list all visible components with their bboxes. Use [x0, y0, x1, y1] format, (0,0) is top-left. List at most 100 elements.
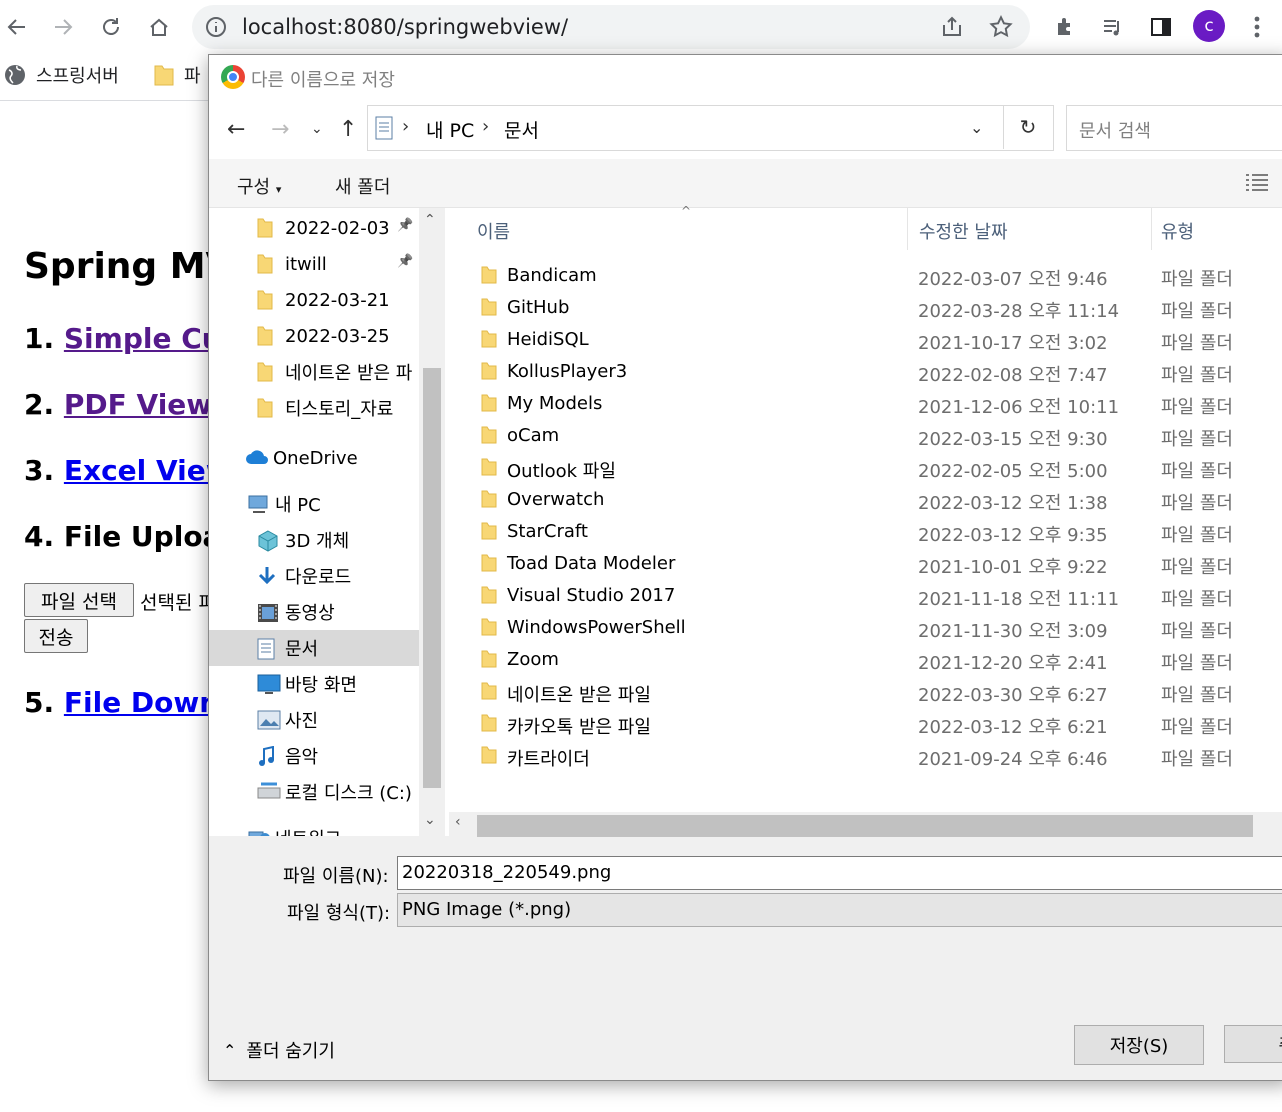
sidebar-item[interactable]: 3D 개체: [209, 522, 419, 558]
search-input[interactable]: 문서 검색: [1066, 105, 1282, 151]
column-date[interactable]: 수정한 날짜: [919, 218, 1008, 244]
back-arrow-icon[interactable]: ←: [227, 117, 245, 142]
file-name: GitHub: [507, 297, 570, 318]
bookmark-star-icon[interactable]: [988, 14, 1014, 44]
scroll-down-icon[interactable]: ⌄: [424, 812, 436, 828]
cancel-button[interactable]: 취: [1224, 1025, 1282, 1063]
breadcrumb-item[interactable]: 문서: [504, 116, 539, 143]
back-icon[interactable]: [0, 10, 34, 44]
sidebar-item[interactable]: 2022-03-21: [209, 282, 419, 318]
sidebar-item[interactable]: 동영상: [209, 594, 419, 630]
folder-icon: [481, 554, 497, 572]
refresh-icon[interactable]: ↻: [1003, 105, 1052, 149]
file-row[interactable]: GitHub 2022-03-28 오후 11:14 파일 폴더: [445, 292, 1282, 324]
sidebar-item[interactable]: 2022-02-03 📌: [209, 210, 419, 246]
sidebar-item[interactable]: 문서: [209, 630, 419, 666]
scroll-thumb[interactable]: [423, 368, 441, 788]
file-type: 파일 폴더: [1161, 397, 1233, 418]
address-bar[interactable]: localhost:8080/springwebview/: [192, 5, 1030, 49]
file-type: 파일 폴더: [1161, 685, 1233, 706]
file-row[interactable]: Outlook 파일 2022-02-05 오전 5:00 파일 폴더: [445, 452, 1282, 484]
sidebar-item[interactable]: 다운로드: [209, 558, 419, 594]
sidebar-item[interactable]: 사진: [209, 702, 419, 738]
filename-field[interactable]: 20220318_220549.png: [397, 856, 1282, 890]
scroll-left-icon[interactable]: ‹: [455, 814, 461, 830]
hide-folders-toggle[interactable]: ⌃ 폴더 숨기기: [223, 1037, 335, 1063]
sidebar-item[interactable]: 네트워크: [209, 820, 419, 836]
file-row[interactable]: Overwatch 2022-03-12 오전 1:38 파일 폴더: [445, 484, 1282, 516]
file-row[interactable]: WindowsPowerShell 2021-11-30 오전 3:09 파일 폴더: [445, 612, 1282, 644]
scroll-thumb[interactable]: [477, 815, 1253, 837]
choose-file-button[interactable]: 파일 선택: [24, 583, 134, 617]
file-date: 2022-02-08 오전 7:47: [918, 365, 1108, 386]
sidebar-item[interactable]: 티스토리_자료: [209, 390, 419, 426]
column-divider[interactable]: [907, 208, 908, 250]
chevron-down-icon[interactable]: ⌄: [970, 118, 983, 137]
sidebar-item[interactable]: 바탕 화면: [209, 666, 419, 702]
sidebar-item[interactable]: 네이트온 받은 파: [209, 354, 419, 390]
column-divider[interactable]: [1151, 208, 1152, 250]
file-row[interactable]: 카카오톡 받은 파일 2022-03-12 오후 6:21 파일 폴더: [445, 708, 1282, 740]
item-number: 4.: [24, 520, 55, 553]
pin-icon[interactable]: 📌: [397, 254, 413, 269]
file-name: Overwatch: [507, 489, 605, 510]
pdf-view-link[interactable]: PDF View: [64, 388, 212, 421]
sidebar-item-label: 문서: [285, 639, 319, 660]
home-icon[interactable]: [142, 10, 176, 44]
sidebar-item[interactable]: itwill 📌: [209, 246, 419, 282]
save-button[interactable]: 저장(S): [1074, 1025, 1204, 1065]
filetype-select[interactable]: PNG Image (*.png): [397, 893, 1282, 927]
submit-button[interactable]: 전송: [24, 619, 88, 653]
profile-avatar[interactable]: c: [1193, 10, 1225, 42]
breadcrumb-separator-icon: ›: [482, 116, 490, 137]
file-row[interactable]: Bandicam 2022-03-07 오전 9:46 파일 폴더: [445, 260, 1282, 292]
file-row[interactable]: 카트라이더 2021-09-24 오후 6:46 파일 폴더: [445, 740, 1282, 772]
excel-view-link[interactable]: Excel View: [64, 454, 232, 487]
file-type: 파일 폴더: [1161, 557, 1233, 578]
file-row[interactable]: Zoom 2021-12-20 오후 2:41 파일 폴더: [445, 644, 1282, 676]
menu-kebab-icon[interactable]: [1240, 10, 1274, 44]
file-row[interactable]: HeidiSQL 2021-10-17 오전 3:02 파일 폴더: [445, 324, 1282, 356]
file-type: 파일 폴더: [1161, 653, 1233, 674]
file-row[interactable]: 네이트온 받은 파일 2022-03-30 오후 6:27 파일 폴더: [445, 676, 1282, 708]
file-row[interactable]: Toad Data Modeler 2021-10-01 오후 9:22 파일 폴더: [445, 548, 1282, 580]
file-row[interactable]: oCam 2022-03-15 오전 9:30 파일 폴더: [445, 420, 1282, 452]
folder-icon: [481, 682, 497, 700]
sidebar-item-label: 내 PC: [275, 495, 321, 516]
sidebar-item[interactable]: 2022-03-25: [209, 318, 419, 354]
breadcrumb-item[interactable]: 내 PC: [426, 116, 474, 143]
side-panel-icon[interactable]: [1144, 10, 1178, 44]
site-info-icon[interactable]: [204, 15, 228, 43]
organize-button[interactable]: 구성 ▾: [237, 173, 281, 199]
forward-arrow-icon[interactable]: →: [271, 117, 289, 142]
file-name: 카트라이더: [507, 749, 590, 770]
horizontal-scrollbar[interactable]: ‹: [449, 812, 1282, 837]
share-icon[interactable]: [940, 15, 964, 43]
bookmark-item[interactable]: 스프링서버: [4, 62, 119, 88]
scroll-up-icon[interactable]: ⌃: [424, 212, 436, 228]
media-controls-icon[interactable]: [1096, 10, 1130, 44]
sidebar-item[interactable]: 로컬 디스크 (C:): [209, 774, 419, 810]
view-options-icon[interactable]: [1245, 173, 1269, 193]
column-type[interactable]: 유형: [1161, 218, 1194, 244]
bookmark-folder[interactable]: 파: [154, 62, 201, 88]
pin-icon[interactable]: 📌: [397, 218, 413, 233]
extensions-icon[interactable]: [1048, 10, 1082, 44]
path-breadcrumb[interactable]: › 내 PC › 문서 ⌄: [367, 105, 1054, 151]
sidebar-item[interactable]: OneDrive: [209, 440, 419, 476]
forward-icon[interactable]: [46, 10, 80, 44]
file-row[interactable]: My Models 2021-12-06 오전 10:11 파일 폴더: [445, 388, 1282, 420]
up-arrow-icon[interactable]: ↑: [339, 117, 357, 142]
file-row[interactable]: StarCraft 2022-03-12 오후 9:35 파일 폴더: [445, 516, 1282, 548]
new-folder-button[interactable]: 새 폴더: [335, 173, 390, 199]
column-name[interactable]: 이름: [477, 218, 510, 244]
sidebar-item[interactable]: 내 PC: [209, 486, 419, 522]
reload-icon[interactable]: [94, 10, 128, 44]
file-row[interactable]: Visual Studio 2017 2021-11-18 오전 11:11 파일 …: [445, 580, 1282, 612]
sidebar-item[interactable]: 음악: [209, 738, 419, 774]
nav-scrollbar[interactable]: ⌃ ⌄: [419, 208, 445, 836]
file-row[interactable]: KollusPlayer3 2022-02-08 오전 7:47 파일 폴더: [445, 356, 1282, 388]
recent-locations-chevron-icon[interactable]: ⌄: [311, 121, 323, 137]
file-name: My Models: [507, 393, 603, 414]
sidebar-item-label: 로컬 디스크 (C:): [285, 783, 412, 804]
